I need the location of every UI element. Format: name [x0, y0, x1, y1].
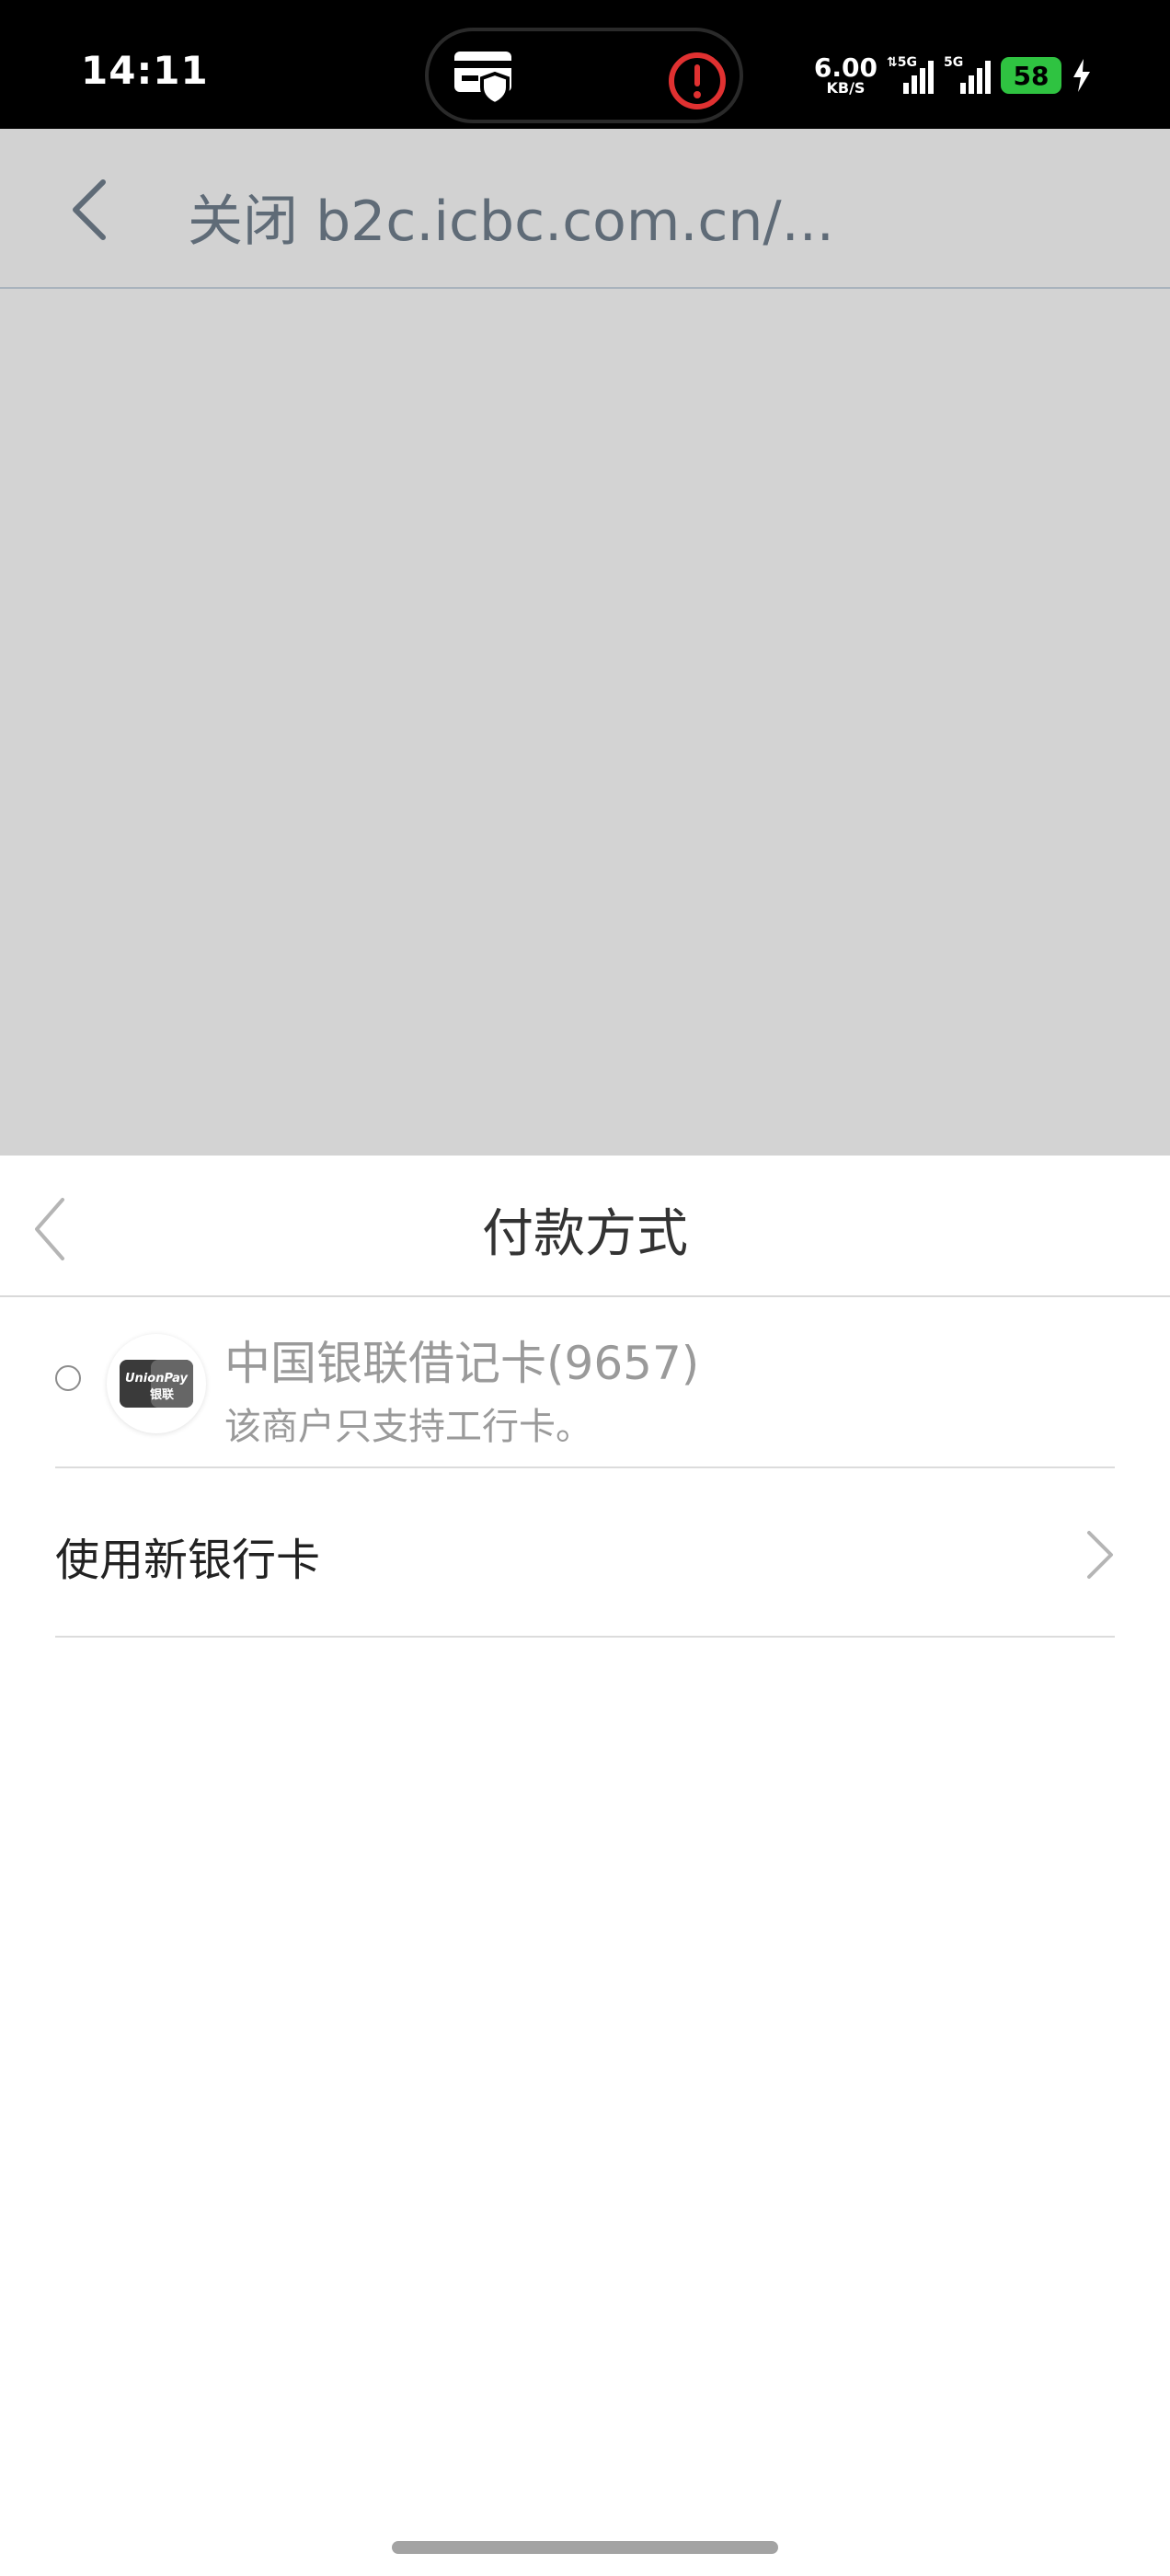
network-speed: 6.00 KB/S	[813, 52, 878, 97]
status-indicators: 6.00 KB/S ⇅5G 5G 58	[814, 52, 1093, 99]
svg-text:⇅5G: ⇅5G	[887, 55, 917, 70]
card-radio[interactable]	[55, 1365, 81, 1391]
home-indicator[interactable]	[392, 2541, 778, 2554]
svg-text:UnionPay: UnionPay	[125, 1372, 189, 1386]
page-title[interactable]: 关闭 b2c.icbc.com.cn/...	[188, 177, 834, 257]
unionpay-logo-icon: UnionPay 银联	[107, 1334, 206, 1433]
battery-indicator: 58	[1001, 57, 1061, 94]
back-arrow-icon[interactable]	[55, 173, 129, 247]
sheet-title: 付款方式	[482, 1204, 688, 1264]
card-name: 中国银联借记卡(9657)	[224, 1337, 700, 1390]
modal-overlay[interactable]	[0, 289, 1170, 1156]
payment-method-sheet: 付款方式 UnionPay 银联 中国银联借记卡(9657) 该商户只支持工行卡…	[0, 1156, 1170, 2576]
status-time: 14:11	[81, 48, 209, 93]
chevron-right-icon	[1087, 1531, 1113, 1579]
divider	[55, 1466, 1115, 1468]
charging-icon	[1073, 59, 1090, 92]
signal-5g-icon: 5G	[944, 55, 991, 94]
signal-5g-icon: ⇅5G	[887, 55, 934, 94]
dynamic-island[interactable]	[425, 28, 743, 123]
secure-payment-icon	[454, 52, 511, 107]
browser-top-bar: 关闭 b2c.icbc.com.cn/...	[0, 129, 1170, 289]
bank-card-option[interactable]: UnionPay 银联 中国银联借记卡(9657) 该商户只支持工行卡。	[0, 1297, 1170, 1468]
status-bar: 14:11 6.00 KB/S ⇅5G 5G 58	[0, 0, 1170, 129]
divider	[55, 1636, 1115, 1638]
use-new-card-option[interactable]: 使用新银行卡	[0, 1470, 1170, 1639]
svg-text:银联: 银联	[150, 1387, 174, 1402]
new-card-label: 使用新银行卡	[55, 1535, 321, 1586]
alert-icon	[669, 52, 726, 109]
svg-text:5G: 5G	[944, 55, 963, 70]
card-restriction-note: 该商户只支持工行卡。	[224, 1406, 592, 1448]
